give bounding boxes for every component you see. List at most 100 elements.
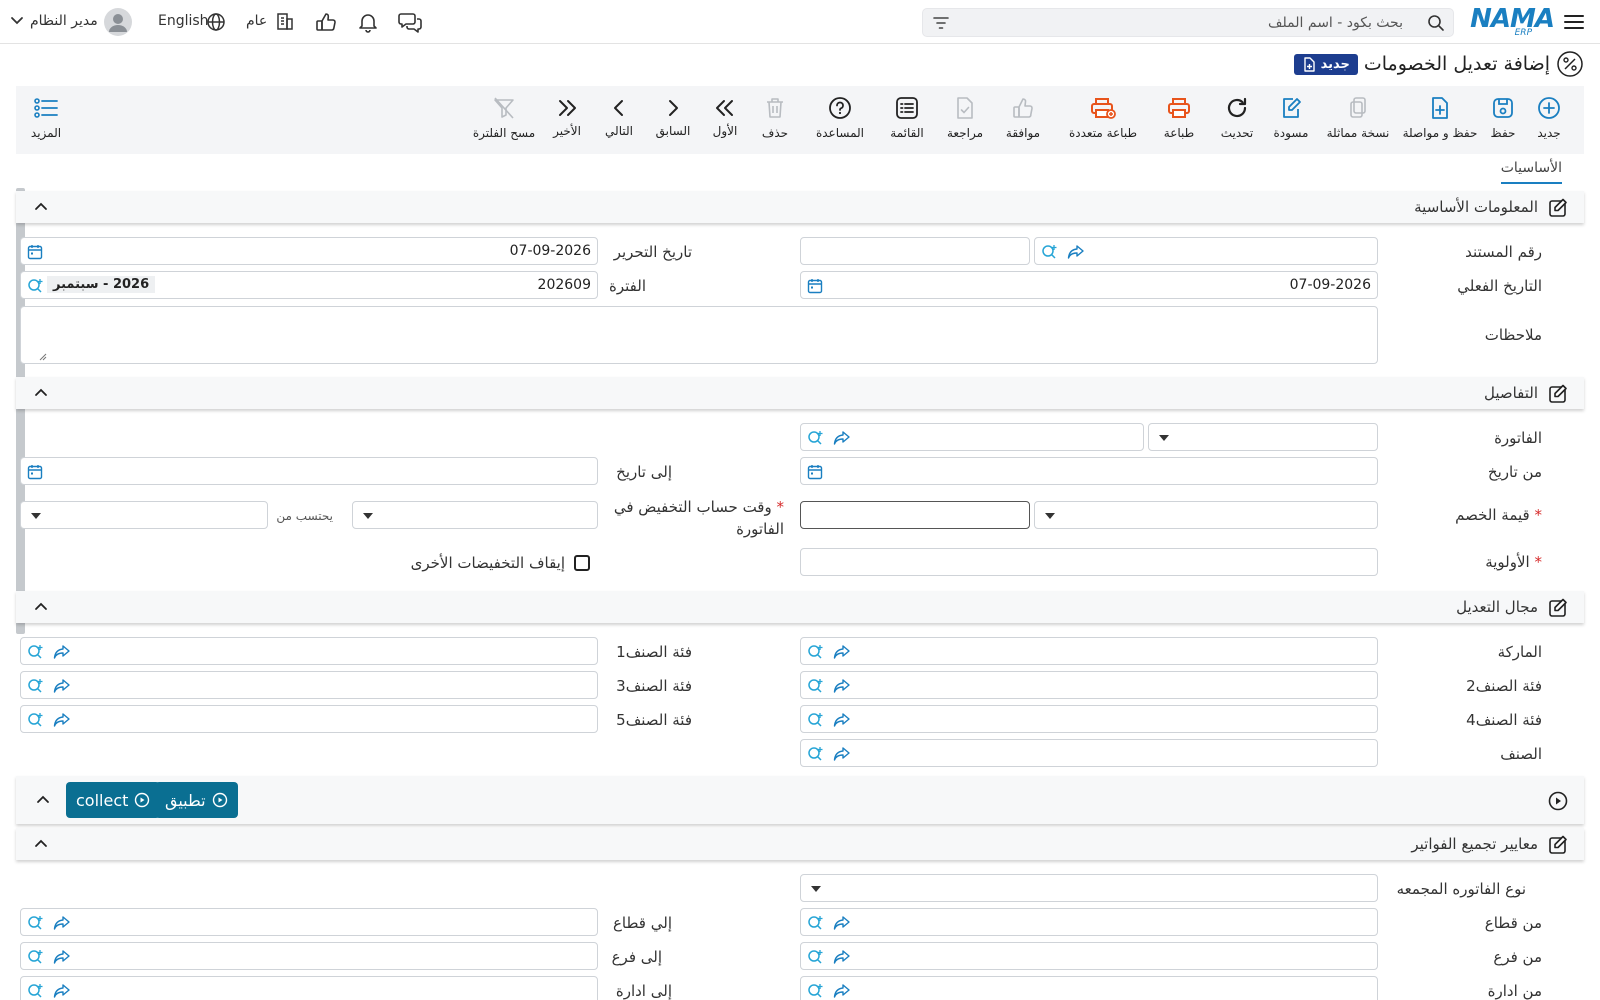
search-add-icon[interactable] <box>807 644 825 660</box>
share-arrow-icon[interactable] <box>53 712 71 728</box>
search-add-icon[interactable] <box>807 949 825 965</box>
search-add-icon[interactable] <box>27 915 45 931</box>
thumbs-up-icon[interactable] <box>315 11 337 33</box>
from-sector-field[interactable] <box>800 908 1378 936</box>
new-button[interactable]: جديد <box>1526 86 1572 154</box>
grouped-invoice-type-select[interactable] <box>800 874 1378 902</box>
tab-basics[interactable]: الأساسيات <box>1500 160 1562 184</box>
search-add-icon[interactable] <box>807 430 825 446</box>
item-category4-field[interactable] <box>800 705 1378 733</box>
share-arrow-icon[interactable] <box>833 430 851 446</box>
save-continue-button[interactable]: حفظ و مواصلة <box>1400 86 1480 154</box>
calc-from-select[interactable] <box>20 501 268 529</box>
discount-type-select[interactable] <box>1034 501 1378 529</box>
delete-button[interactable]: حذف <box>752 86 798 154</box>
search-add-icon[interactable] <box>807 915 825 931</box>
notes-textarea[interactable] <box>20 306 1378 364</box>
next-record-button[interactable]: التالي <box>594 86 644 154</box>
discount-time-select[interactable] <box>352 501 598 529</box>
share-arrow-icon[interactable] <box>833 915 851 931</box>
chevron-up-icon[interactable] <box>34 201 48 211</box>
share-arrow-icon[interactable] <box>1067 244 1085 260</box>
list-button[interactable]: القائمة <box>880 86 934 154</box>
period-field[interactable]: 202609 2026 - سبتمبر <box>20 271 598 299</box>
doc-number-secondary-field[interactable] <box>800 237 1030 265</box>
chevron-up-icon[interactable] <box>34 838 48 848</box>
invoice-type-select[interactable] <box>1148 423 1378 451</box>
first-record-button[interactable]: الأول <box>702 86 748 154</box>
globe-icon[interactable] <box>206 12 226 32</box>
draft-button[interactable]: مسودة <box>1266 86 1316 154</box>
collect-button[interactable]: collect <box>66 782 161 818</box>
search-add-icon[interactable] <box>807 983 825 999</box>
edit-date-field[interactable]: 07-09-2026 <box>20 237 598 265</box>
section-scope-header[interactable]: مجال التعديل <box>16 591 1584 623</box>
refresh-button[interactable]: تحديث <box>1212 86 1262 154</box>
duplicate-button[interactable]: نسخة مماثلة <box>1318 86 1398 154</box>
save-button[interactable]: حفظ <box>1480 86 1526 154</box>
apply-button[interactable]: تطبيق <box>155 782 238 818</box>
filter-icon[interactable] <box>933 16 949 30</box>
section-basic-info-header[interactable]: المعلومات الأساسية <box>16 191 1584 223</box>
to-branch-field[interactable] <box>20 942 598 970</box>
print-button[interactable]: طباعة <box>1154 86 1204 154</box>
user-name[interactable]: مدير النظام <box>30 13 98 29</box>
search-input[interactable] <box>963 12 1403 34</box>
item-category5-field[interactable] <box>20 705 598 733</box>
to-department-field[interactable] <box>20 976 598 1000</box>
item-category1-field[interactable] <box>20 637 598 665</box>
search-add-icon[interactable] <box>27 644 45 660</box>
help-button[interactable]: المساعدة <box>806 86 874 154</box>
from-branch-field[interactable] <box>800 942 1378 970</box>
item-field[interactable] <box>800 739 1378 767</box>
search-add-icon[interactable] <box>807 712 825 728</box>
clear-filter-button[interactable]: مسح الفلترة <box>468 86 540 154</box>
priority-input[interactable] <box>800 548 1378 576</box>
share-arrow-icon[interactable] <box>53 915 71 931</box>
chevron-up-icon[interactable] <box>36 794 50 804</box>
calendar-icon[interactable] <box>27 464 43 480</box>
share-arrow-icon[interactable] <box>833 746 851 762</box>
language-switch[interactable]: English <box>158 13 209 29</box>
approve-button[interactable]: موافقة <box>996 86 1050 154</box>
previous-record-button[interactable]: السابق <box>648 86 698 154</box>
search-add-icon[interactable] <box>27 949 45 965</box>
last-record-button[interactable]: الأخير <box>544 86 590 154</box>
item-category3-field[interactable] <box>20 671 598 699</box>
share-arrow-icon[interactable] <box>53 949 71 965</box>
search-add-icon[interactable] <box>27 983 45 999</box>
share-arrow-icon[interactable] <box>53 678 71 694</box>
to-sector-field[interactable] <box>20 908 598 936</box>
share-arrow-icon[interactable] <box>833 678 851 694</box>
discount-value-input[interactable] <box>800 501 1030 529</box>
chat-icon[interactable] <box>398 11 422 33</box>
search-icon[interactable] <box>1427 14 1445 32</box>
share-arrow-icon[interactable] <box>833 712 851 728</box>
chevron-down-icon[interactable] <box>10 16 24 26</box>
section-details-header[interactable]: التفاصيل <box>16 377 1584 409</box>
chevron-up-icon[interactable] <box>34 387 48 397</box>
calendar-icon[interactable] <box>807 464 823 480</box>
chevron-up-icon[interactable] <box>34 601 48 611</box>
to-date-field[interactable] <box>20 457 598 485</box>
hamburger-menu-icon[interactable] <box>1563 12 1585 32</box>
share-arrow-icon[interactable] <box>53 983 71 999</box>
search-add-icon[interactable] <box>27 278 45 294</box>
from-department-field[interactable] <box>800 976 1378 1000</box>
brand-field[interactable] <box>800 637 1378 665</box>
more-button[interactable]: المزيد <box>24 86 68 154</box>
share-arrow-icon[interactable] <box>833 644 851 660</box>
search-add-icon[interactable] <box>807 746 825 762</box>
from-date-field[interactable] <box>800 457 1378 485</box>
invoice-field[interactable] <box>800 423 1144 451</box>
avatar[interactable] <box>104 8 132 36</box>
calendar-icon[interactable] <box>807 278 823 294</box>
building-icon[interactable] <box>275 11 295 31</box>
item-category2-field[interactable] <box>800 671 1378 699</box>
resize-handle-icon[interactable] <box>39 353 47 361</box>
review-button[interactable]: مراجعة <box>938 86 992 154</box>
search-add-icon[interactable] <box>1041 244 1059 260</box>
nama-erp-logo[interactable]: NAMA ERP <box>1470 4 1555 38</box>
section-grouping-header[interactable]: معايير تجميع الفواتير <box>16 828 1584 860</box>
share-arrow-icon[interactable] <box>833 949 851 965</box>
